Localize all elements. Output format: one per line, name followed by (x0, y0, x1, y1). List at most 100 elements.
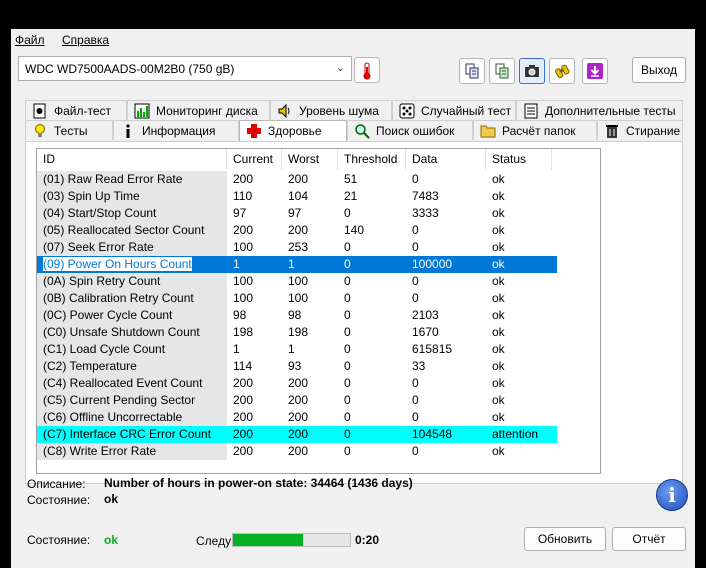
tab-label: Здоровье (268, 124, 322, 138)
copy-button[interactable] (459, 58, 485, 84)
table-cell: (0C) Power Cycle Count (37, 307, 227, 324)
table-cell: 0 (338, 392, 406, 409)
cell-text: ok (492, 223, 505, 237)
table-cell: 97 (227, 205, 282, 222)
table-row[interactable]: (07) Seek Error Rate 100 253 0 0 ok (37, 239, 557, 256)
table-cell: 0 (406, 222, 486, 239)
magnifier-icon (355, 124, 370, 139)
table-cell: 0 (406, 443, 486, 460)
column-header-id[interactable]: ID (37, 149, 227, 170)
tab-row-top: Файл-тест Мониторинг диска Уровень шума (25, 100, 683, 120)
column-header-current[interactable]: Current (227, 149, 282, 170)
table-cell: 200 (282, 222, 338, 239)
table-cell: (C7) Interface CRC Error Count (37, 426, 227, 443)
tab-disk-monitor[interactable]: Мониторинг диска (127, 100, 270, 120)
table-cell: 100 (227, 239, 282, 256)
tab-label: Поиск ошибок (376, 124, 455, 138)
table-row[interactable]: (0A) Spin Retry Count 100 100 0 0 ok (37, 273, 557, 290)
info-icon: i (668, 483, 676, 507)
tab-file-test[interactable]: Файл-тест (25, 100, 127, 120)
temperature-button[interactable] (354, 57, 380, 83)
table-cell: (C0) Unsafe Shutdown Count (37, 324, 227, 341)
app-window: Файл Справка WDC WD7500AADS-00M2B0 (750 … (11, 29, 695, 568)
cell-text: 200 (233, 444, 254, 458)
table-row[interactable]: (04) Start/Stop Count 97 97 0 3333 ok (37, 205, 557, 222)
drive-select[interactable]: WDC WD7500AADS-00M2B0 (750 gB) ⌄ (18, 56, 352, 81)
trash-icon (606, 125, 618, 138)
table-cell: 0 (338, 324, 406, 341)
cell-text: (03) Spin Up Time (43, 189, 140, 203)
menu-file[interactable]: Файл (15, 33, 45, 47)
table-row[interactable]: (C6) Offline Uncorrectable 200 200 0 0 ok (37, 409, 557, 426)
table-cell: (09) Power On Hours Count (37, 256, 227, 273)
tab-folder-size[interactable]: Расчёт папок (473, 120, 597, 140)
table-cell: 2103 (406, 307, 486, 324)
table-cell: 1670 (406, 324, 486, 341)
tab-label: Файл-тест (54, 104, 112, 118)
tab-tests[interactable]: Тесты (25, 120, 113, 140)
table-row[interactable]: (C1) Load Cycle Count 1 1 0 615815 ok (37, 341, 557, 358)
table-row[interactable]: (C2) Temperature 114 93 0 33 ok (37, 358, 557, 375)
tab-information[interactable]: Информация (113, 120, 239, 140)
tab-label: Стирание (626, 124, 681, 138)
table-cell: 200 (227, 392, 282, 409)
table-row[interactable]: (C8) Write Error Rate 200 200 0 0 ok (37, 443, 557, 460)
table-cell: 200 (227, 375, 282, 392)
cell-text: 1 (233, 257, 240, 271)
cell-text: 615815 (412, 342, 453, 356)
table-cell: (05) Reallocated Sector Count (37, 222, 227, 239)
download-button[interactable] (582, 58, 608, 84)
cell-text: ok (492, 291, 505, 305)
smart-table[interactable]: ID Current Worst Threshold Data Status (… (36, 148, 601, 474)
tab-health[interactable]: Здоровье (239, 120, 347, 141)
exit-button[interactable]: Выход (632, 57, 686, 83)
report-button[interactable]: Отчёт (612, 527, 686, 551)
tab-erase[interactable]: Стирание (597, 120, 683, 140)
table-row[interactable]: (01) Raw Read Error Rate 200 200 51 0 ok (37, 171, 557, 188)
tab-noise-level[interactable]: Уровень шума (270, 100, 392, 120)
cell-text: 100 (288, 291, 309, 305)
cell-text: (01) Raw Read Error Rate (43, 172, 183, 186)
column-header-worst[interactable]: Worst (282, 149, 338, 170)
copy-text-button[interactable] (489, 58, 515, 84)
table-cell: ok (486, 188, 557, 205)
speaker-icon (278, 103, 290, 119)
tab-extra-tests[interactable]: Дополнительные тесты (516, 100, 683, 120)
cell-text: 97 (288, 206, 302, 220)
cell-text: 200 (233, 376, 254, 390)
table-row[interactable]: (05) Reallocated Sector Count 200 200 140 0 o… (37, 222, 557, 239)
column-header-threshold[interactable]: Threshold (338, 149, 406, 170)
footer-state-label: Состояние: (27, 533, 91, 547)
table-row[interactable]: (C0) Unsafe Shutdown Count 198 198 0 1670 ok (37, 324, 557, 341)
menu-help[interactable]: Справка (62, 33, 109, 47)
table-row[interactable]: (C5) Current Pending Sector 200 200 0 0 ok (37, 392, 557, 409)
table-cell: (C2) Temperature (37, 358, 227, 375)
info-button[interactable]: i (656, 479, 688, 511)
screenshot-button[interactable] (519, 58, 545, 84)
copy-text-icon (495, 63, 509, 79)
cell-text: 0 (344, 240, 351, 254)
table-cell: (04) Start/Stop Count (37, 205, 227, 222)
tab-error-scan[interactable]: Поиск ошибок (347, 120, 473, 140)
table-cell: 100 (227, 273, 282, 290)
table-row[interactable]: (03) Spin Up Time 110 104 21 7483 ok (37, 188, 557, 205)
table-row[interactable]: (0C) Power Cycle Count 98 98 0 2103 ok (37, 307, 557, 324)
column-header-data[interactable]: Data (406, 149, 486, 170)
table-row[interactable]: (C4) Reallocated Event Count 200 200 0 0 ok (37, 375, 557, 392)
cell-text: 200 (233, 172, 254, 186)
next-test-progress (232, 533, 351, 547)
column-header-status[interactable]: Status (486, 149, 552, 170)
table-row[interactable]: (09) Power On Hours Count 1 1 0 100000 ok (37, 256, 557, 273)
table-cell: 100000 (406, 256, 486, 273)
table-row[interactable]: (C7) Interface CRC Error Count 200 200 0 104… (37, 426, 557, 443)
binoculars-button[interactable] (549, 58, 575, 84)
table-row[interactable]: (0B) Calibration Retry Count 100 100 0 0 ok (37, 290, 557, 307)
table-cell: 100 (282, 290, 338, 307)
tab-random-test[interactable]: Случайный тест (392, 100, 516, 120)
file-test-icon (33, 103, 46, 119)
cell-text: 0 (344, 308, 351, 322)
table-cell: ok (486, 171, 557, 188)
table-cell: ok (486, 273, 557, 290)
table-cell: 615815 (406, 341, 486, 358)
refresh-button[interactable]: Обновить (524, 527, 606, 551)
